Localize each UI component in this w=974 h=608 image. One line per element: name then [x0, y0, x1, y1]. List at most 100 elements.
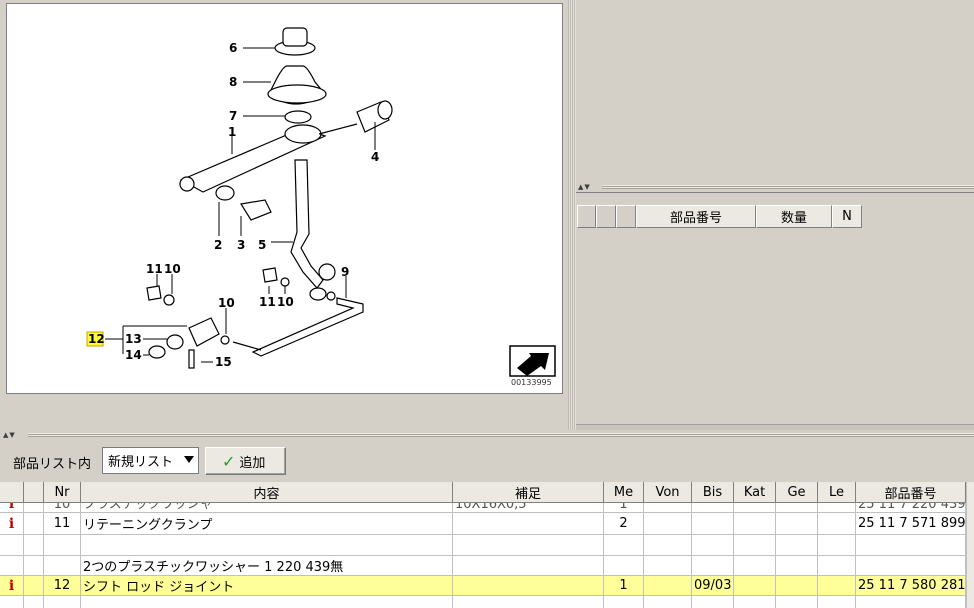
callout-10-left[interactable]: 10	[164, 262, 181, 276]
table-row[interactable]: i 10 プラスチックワッシャ 10X16X0,5 1 25 11 7 220 …	[0, 503, 974, 513]
part-4-end	[377, 100, 393, 120]
callout-15[interactable]: 15	[215, 355, 232, 369]
next-diagram-arrow-icon[interactable]	[509, 345, 556, 377]
right-grid-col-quantity[interactable]: 数量	[756, 205, 832, 228]
col-header-nr[interactable]: Nr	[44, 482, 81, 503]
parts-diagram[interactable]: 6 8 7 1 4 2 3 5 11 10 11 10 9 10 12 13 1…	[6, 3, 563, 394]
row-note	[453, 513, 604, 535]
parts-list-select[interactable]: 新規リスト	[102, 447, 199, 474]
right-parts-grid: 部品番号 数量 N	[576, 192, 974, 424]
callout-8[interactable]: 8	[229, 75, 237, 89]
right-grid-col-n[interactable]: N	[832, 205, 862, 228]
row-bis: 09/03	[692, 576, 734, 596]
parts-table: Nr 内容 補足 Me Von Bis Kat Ge Le 部品番号 i 10 …	[0, 482, 974, 608]
part-10-low-shape	[220, 335, 230, 345]
col-header-kat[interactable]: Kat	[734, 482, 776, 503]
callout-14[interactable]: 14	[125, 348, 142, 362]
callout-7[interactable]: 7	[229, 109, 237, 123]
part-7-shape	[284, 110, 312, 124]
row-me: 2	[604, 513, 644, 535]
row-description: シフト ロッド ジョイント	[81, 576, 453, 596]
callout-11-right[interactable]: 11	[259, 295, 276, 309]
part-10-right-shape	[280, 277, 290, 287]
callout-11-left[interactable]: 11	[146, 262, 163, 276]
part-12-shape	[188, 317, 220, 347]
main-splitter[interactable]: ▲▼	[0, 430, 974, 440]
chevron-down-icon	[184, 456, 194, 463]
table-row[interactable]	[0, 596, 974, 608]
part-14-shape	[148, 345, 166, 359]
part-3-shape	[240, 199, 272, 221]
col-header-note[interactable]: 補足	[453, 482, 604, 503]
part-1-rod	[318, 123, 358, 135]
col-header-von[interactable]: Von	[644, 482, 692, 503]
table-row-selected[interactable]: i 12 シフト ロッド ジョイント 1 09/03 25 11 7 580 2…	[0, 576, 974, 596]
right-grid-col-1	[596, 205, 616, 228]
callout-3[interactable]: 3	[237, 238, 245, 252]
col-header-ge[interactable]: Ge	[776, 482, 818, 503]
main-splitter-collapse-icon[interactable]: ▲▼	[3, 432, 16, 439]
row-part-number: 25 11 7 220 439	[856, 503, 966, 513]
callout-6[interactable]: 6	[229, 41, 237, 55]
part-15-shape	[188, 349, 195, 369]
diagram-reference-code: 00133995	[511, 378, 552, 387]
callout-5[interactable]: 5	[258, 238, 266, 252]
info-icon[interactable]: i	[9, 503, 14, 512]
table-row[interactable]: i 11 リテーニングクランプ 2 25 11 7 571 899	[0, 513, 974, 535]
part-11-left-shape	[146, 285, 162, 301]
row-description: プラスチックワッシャ	[81, 503, 453, 513]
info-icon[interactable]: i	[9, 578, 14, 594]
callout-1[interactable]: 1	[228, 125, 236, 139]
callout-10-right[interactable]: 10	[277, 295, 294, 309]
parts-list-label: 部品リスト内	[13, 457, 92, 472]
col-header-le[interactable]: Le	[818, 482, 856, 503]
right-top-pane	[576, 0, 974, 182]
checkmark-icon: ✓	[222, 451, 236, 471]
row-part-number: 25 11 7 580 281	[856, 576, 966, 596]
row-nr: 12	[44, 576, 81, 596]
right-pane-splitter[interactable]: ▲▼	[576, 182, 974, 192]
col-header-description[interactable]: 内容	[81, 482, 453, 503]
row-me: 1	[604, 503, 644, 513]
callout-2[interactable]: 2	[214, 238, 222, 252]
part-10-left-shape	[163, 294, 175, 306]
col-header-bis[interactable]: Bis	[692, 482, 734, 503]
row-part-number: 25 11 7 571 899	[856, 513, 966, 535]
col-header-part-number[interactable]: 部品番号	[856, 482, 966, 503]
right-grid-col-2	[616, 205, 636, 228]
row-note	[453, 576, 604, 596]
parts-list-select-value: 新規リスト	[108, 455, 174, 470]
col-header-info	[0, 482, 24, 503]
callout-9[interactable]: 9	[341, 265, 349, 279]
callout-4[interactable]: 4	[371, 150, 379, 164]
col-header-me[interactable]: Me	[604, 482, 644, 503]
part-5-ball	[318, 263, 336, 281]
row-description: 2つのプラスチックワッシャー 1 220 439無	[81, 556, 453, 576]
diagram-pane: 6 8 7 1 4 2 3 5 11 10 11 10 9 10 12 13 1…	[0, 0, 568, 430]
part-5-shape	[290, 159, 324, 289]
callout-12[interactable]: 12	[88, 332, 105, 346]
add-button-label: 追加	[239, 455, 266, 471]
table-row[interactable]	[0, 535, 974, 556]
row-nr: 11	[44, 513, 81, 535]
part-1-hub	[284, 124, 322, 144]
splitter-collapse-icon[interactable]: ▲▼	[578, 184, 591, 191]
callout-13[interactable]: 13	[125, 332, 142, 346]
vertical-splitter[interactable]	[568, 0, 576, 430]
callout-10-low[interactable]: 10	[218, 296, 235, 310]
right-grid-col-0	[577, 205, 596, 228]
part-8-base	[267, 84, 327, 104]
part-2-shape	[215, 185, 235, 201]
row-von	[644, 576, 692, 596]
add-button[interactable]: ✓ 追加	[205, 447, 286, 475]
table-scrollbar[interactable]	[966, 482, 974, 608]
row-note: 10X16X0,5	[453, 503, 604, 513]
info-icon[interactable]: i	[9, 516, 14, 532]
table-row[interactable]: 2つのプラスチックワッシャー 1 220 439無	[0, 556, 974, 576]
exploded-view-drawing: 6 8 7 1 4 2 3 5 11 10 11 10 9 10 12 13 1…	[86, 27, 556, 387]
part-1-eye	[179, 176, 195, 192]
row-me: 1	[604, 576, 644, 596]
part-10-mid-shape	[326, 291, 336, 301]
right-grid-col-part-number[interactable]: 部品番号	[636, 205, 756, 228]
part-6-clamp	[282, 27, 308, 47]
